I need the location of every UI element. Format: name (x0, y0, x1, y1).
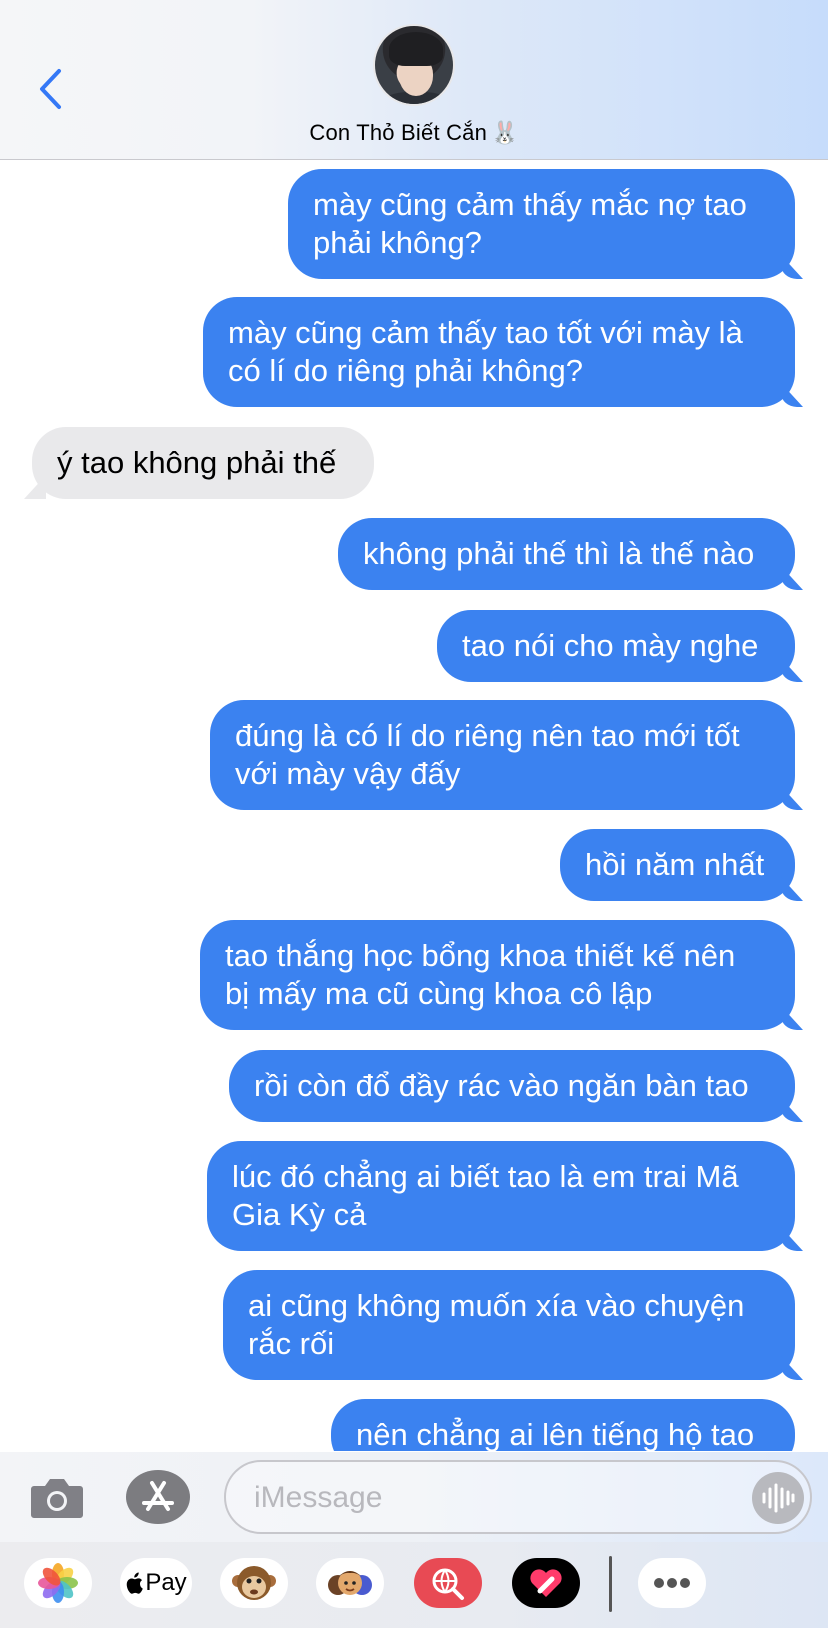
compose-bar (0, 1452, 828, 1542)
conversation-header: Con Thỏ Biết Cắn 🐰 (0, 0, 828, 160)
message-bubble-sent[interactable]: mày cũng cảm thấy mắc nợ tao phải không? (288, 169, 795, 279)
more-apps-button[interactable] (638, 1558, 706, 1608)
camera-button[interactable] (30, 1474, 84, 1520)
message-bubble-sent[interactable]: không phải thế thì là thế nào (338, 518, 795, 590)
message-bubble-sent[interactable]: đúng là có lí do riêng nên tao mới tốt v… (210, 700, 795, 810)
apple-pay-label: Pay (145, 1569, 187, 1596)
app-store-button[interactable] (126, 1470, 190, 1524)
contact-name-text: Con Thỏ Biết Cắn (309, 120, 488, 145)
app-store-icon (142, 1481, 174, 1511)
apple-logo-icon (127, 1572, 144, 1594)
digital-touch-button[interactable] (512, 1558, 580, 1608)
message-bubble-sent[interactable]: rồi còn đổ đầy rác vào ngăn bàn tao (229, 1050, 795, 1122)
memoji-stickers-icon (328, 1571, 372, 1595)
message-bubble-sent[interactable]: ai cũng không muốn xía vào chuyện rắc rố… (223, 1270, 795, 1380)
message-input-field[interactable] (224, 1460, 812, 1534)
back-button[interactable] (30, 62, 70, 116)
digital-touch-heart-icon (530, 1569, 562, 1597)
app-drawer-divider (609, 1556, 612, 1612)
message-list[interactable]: mày cũng cảm thấy mắc nợ tao phải không?… (0, 161, 828, 1451)
memoji-button[interactable] (316, 1558, 384, 1608)
message-bubble-sent[interactable]: mày cũng cảm thấy tao tốt với mày là có … (203, 297, 795, 407)
message-bubble-sent[interactable]: nên chẳng ai lên tiếng hộ tao (331, 1399, 795, 1451)
message-input[interactable] (254, 1478, 704, 1518)
contact-avatar[interactable] (373, 24, 455, 106)
message-bubble-sent[interactable]: tao thắng học bổng khoa thiết kế nên bị … (200, 920, 795, 1030)
message-bubble-sent[interactable]: tao nói cho mày nghe (437, 610, 795, 682)
photos-app-button[interactable] (24, 1558, 92, 1608)
animoji-button[interactable] (220, 1558, 288, 1608)
photos-icon (38, 1563, 78, 1603)
web-image-search-button[interactable] (414, 1558, 482, 1608)
rabbit-emoji: 🐰 (491, 120, 519, 145)
message-bubble-sent[interactable]: lúc đó chẳng ai biết tao là em trai Mã G… (207, 1141, 795, 1251)
chevron-left-icon (40, 69, 61, 109)
camera-icon (31, 1479, 83, 1518)
message-bubble-sent[interactable]: hồi năm nhất (560, 829, 795, 901)
contact-name[interactable]: Con Thỏ Biết Cắn 🐰 (0, 120, 828, 146)
waveform-icon (762, 1483, 795, 1513)
audio-message-button[interactable] (752, 1472, 804, 1524)
apple-pay-button[interactable]: Pay (120, 1558, 192, 1608)
message-bubble-received[interactable]: ý tao không phải thế (32, 427, 374, 499)
more-icon (654, 1578, 690, 1588)
app-drawer: Pay (0, 1542, 828, 1628)
globe-search-icon (432, 1568, 464, 1600)
monkey-animoji-icon (232, 1566, 276, 1600)
